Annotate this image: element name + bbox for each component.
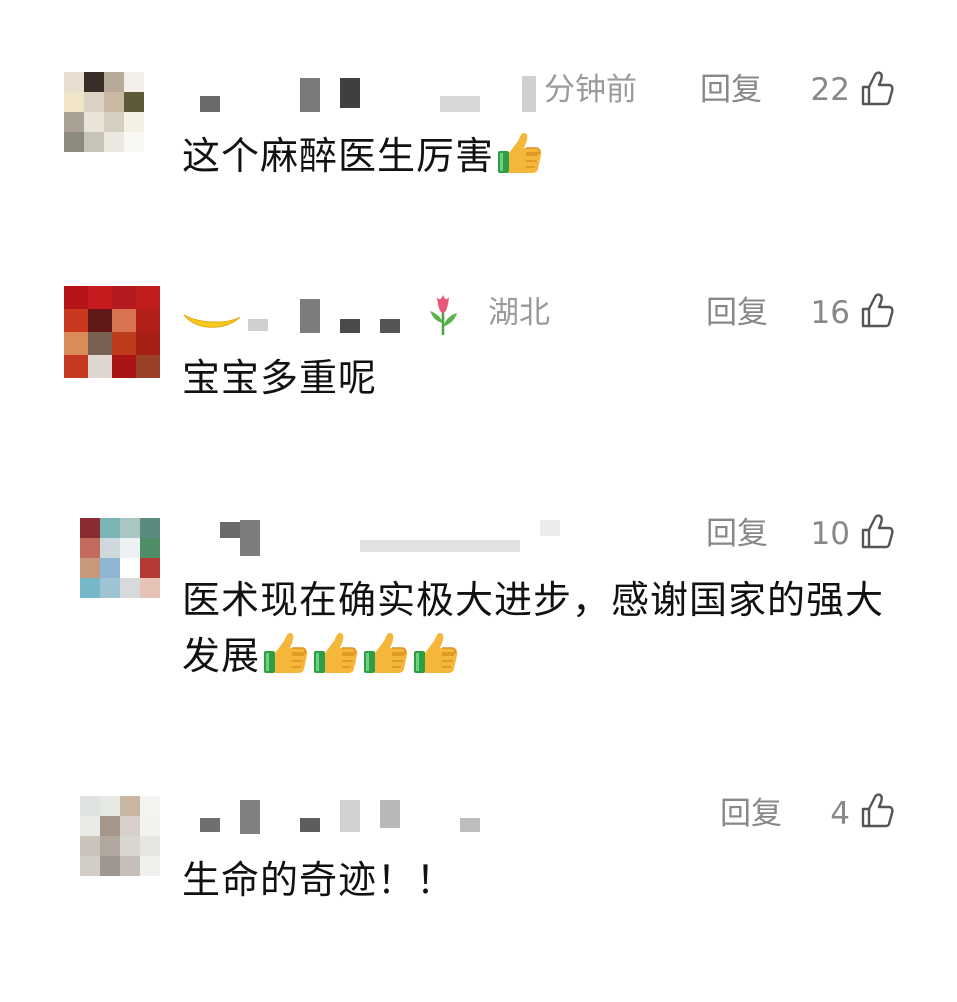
banana-icon — [183, 314, 241, 328]
username-redacted[interactable] — [216, 514, 566, 556]
comment-time: 分钟前 — [544, 72, 637, 108]
avatar[interactable] — [80, 518, 160, 598]
thumbs-up-outline-icon[interactable] — [860, 514, 894, 550]
reply-button[interactable]: 回复 — [706, 514, 768, 554]
reply-button[interactable]: 回复 — [706, 293, 768, 333]
comment-text-body: 这个麻醉医生厉害 — [182, 134, 495, 178]
comment-text-body: 生命的奇迹！！ — [182, 858, 456, 902]
avatar[interactable] — [64, 72, 144, 152]
like-count: 22 — [810, 72, 850, 108]
thumbs-up-emoji-icon — [496, 129, 544, 177]
comment-text: 医术现在确实极大进步，感谢国家的强大发展 — [182, 572, 912, 684]
tulip-icon — [430, 295, 457, 335]
avatar[interactable] — [64, 286, 160, 378]
thumbs-up-emoji-icon — [312, 629, 360, 677]
thumbs-up-emoji-icon — [412, 629, 460, 677]
comment-location: 湖北 — [488, 295, 550, 331]
comment-text: 生命的奇迹！！ — [182, 852, 912, 908]
username-redacted[interactable] — [196, 70, 536, 112]
thumbs-up-outline-icon[interactable] — [860, 793, 894, 829]
like-count: 16 — [810, 295, 850, 331]
reply-button[interactable]: 回复 — [720, 794, 782, 834]
avatar[interactable] — [80, 796, 160, 876]
like-count: 10 — [810, 516, 850, 552]
username-redacted[interactable] — [182, 293, 472, 335]
reply-button[interactable]: 回复 — [700, 70, 762, 110]
thumbs-up-emoji-icon — [362, 629, 410, 677]
username-redacted[interactable] — [198, 794, 538, 834]
thumbs-up-outline-icon[interactable] — [860, 71, 894, 107]
thumbs-up-outline-icon[interactable] — [860, 293, 894, 329]
thumbs-up-emoji-icon — [262, 629, 310, 677]
comment-text: 宝宝多重呢 — [182, 350, 912, 406]
comment-text: 这个麻醉医生厉害 — [182, 128, 912, 184]
comment-text-body: 宝宝多重呢 — [182, 356, 378, 400]
like-count: 4 — [830, 796, 850, 832]
